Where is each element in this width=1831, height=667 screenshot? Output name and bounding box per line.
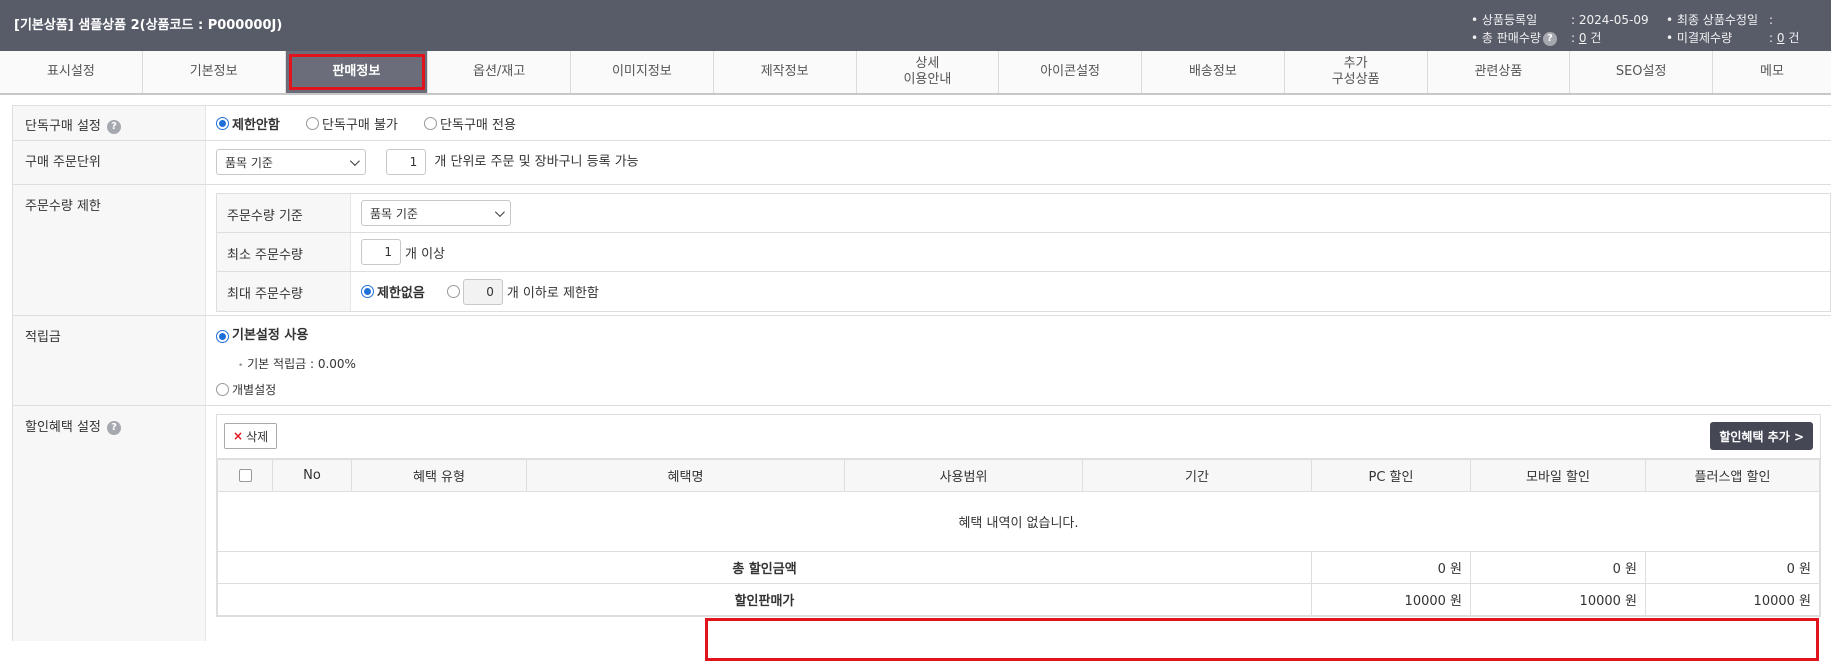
sale-plusapp-value: 10000 원: [1645, 583, 1820, 616]
discount-table-box: × 삭제 할인혜택 추가 > No 혜택 유형 혜택명 사용범위 기간 PC 할인…: [216, 414, 1821, 617]
order-unit-select[interactable]: 품목 기준: [216, 149, 366, 175]
points-label: 적립금: [12, 316, 206, 405]
order-unit-label: 구매 주문단위: [12, 141, 206, 184]
sale-mobile-value: 10000 원: [1470, 583, 1646, 616]
col-period: 기간: [1082, 459, 1312, 492]
tab-basic[interactable]: 기본정보: [143, 51, 286, 93]
single-purchase-label: 단독구매 설정: [25, 119, 101, 134]
meta-col-2: • 최종 상품수정일: • 미결제수량: 0 건: [1666, 13, 1800, 45]
select-all-checkbox[interactable]: [238, 469, 252, 482]
col-scope: 사용범위: [844, 459, 1083, 492]
radio-icon: [216, 329, 229, 343]
total-sales-count[interactable]: 0: [1579, 31, 1587, 45]
total-pc-value: 0 원: [1311, 551, 1471, 584]
discount-table: No 혜택 유형 혜택명 사용범위 기간 PC 할인 모바일 할인 플러스앱 할…: [217, 459, 1820, 616]
col-plusapp-discount: 플러스앱 할인: [1645, 459, 1820, 492]
page-header: [기본상품] 샘플상품 2(상품코드 : P000000J) • 상품등록일: …: [0, 0, 1831, 51]
add-discount-button[interactable]: 할인혜택 추가 >: [1710, 422, 1813, 450]
radio-icon: [216, 383, 229, 396]
order-basis-label: 주문수량 기준: [217, 194, 351, 232]
table-header-row: No 혜택 유형 혜택명 사용범위 기간 PC 할인 모바일 할인 플러스앱 할…: [217, 459, 1820, 492]
close-icon: ×: [233, 429, 244, 443]
chevron-down-icon: [349, 155, 360, 166]
tab-seo[interactable]: SEO설정: [1570, 51, 1713, 93]
radio-icon: [424, 117, 438, 130]
points-option-default[interactable]: 기본설정 사용: [216, 324, 308, 348]
tab-additional-products[interactable]: 추가 구성상품: [1285, 51, 1428, 93]
points-row: 적립금 기본설정 사용 • 기본 적립금 : 0.00% 개별설정: [12, 316, 1831, 406]
tab-related[interactable]: 관련상품: [1428, 51, 1571, 93]
single-purchase-option-unlimited[interactable]: 제한안함: [216, 114, 280, 133]
points-option-custom[interactable]: 개별설정: [216, 378, 276, 402]
order-limit-row: 주문수량 제한 주문수량 기준 품목 기준 최소 주문수량 1개 이상 최대 주…: [12, 185, 1831, 316]
last-modified-value: :: [1769, 13, 1774, 27]
tab-display[interactable]: 표시설정: [0, 51, 143, 93]
order-limit-label: 주문수량 제한: [12, 185, 206, 315]
discount-label: 할인혜택 설정: [25, 420, 101, 435]
col-no: No: [272, 459, 352, 492]
chevron-down-icon: [494, 206, 505, 217]
order-basis-select[interactable]: 품목 기준: [361, 200, 511, 226]
tab-images[interactable]: 이미지정보: [571, 51, 714, 93]
order-unit-qty-input[interactable]: 1: [386, 149, 427, 175]
order-unit-row: 구매 주문단위 품목 기준 1 개 단위로 주문 및 장바구니 등록 가능: [12, 141, 1831, 185]
help-icon[interactable]: ?: [107, 420, 122, 435]
tab-bar: 표시설정 기본정보 판매정보 옵션/재고 이미지정보 제작정보 상세 이용안내 …: [0, 51, 1831, 95]
max-order-label: 최대 주문수량: [217, 272, 351, 311]
col-pc-discount: PC 할인: [1311, 459, 1471, 492]
help-icon[interactable]: ?: [107, 119, 122, 134]
sale-price-row: 할인판매가 10000 원 10000 원 10000 원: [217, 583, 1820, 616]
single-purchase-option-disallow[interactable]: 단독구매 불가: [305, 114, 398, 133]
total-discount-label: 총 할인금액: [217, 551, 1312, 584]
discount-row: 할인혜택 설정 ? × 삭제 할인혜택 추가 > No 혜택 유형 혜택명 사용범…: [12, 406, 1831, 641]
order-limit-table: 주문수량 기준 품목 기준 최소 주문수량 1개 이상 최대 주문수량 제한없음…: [216, 193, 1831, 312]
total-plusapp-value: 0 원: [1645, 551, 1820, 584]
min-order-label: 최소 주문수량: [217, 233, 351, 271]
col-benefit-type: 혜택 유형: [351, 459, 527, 492]
total-sales-label: 총 판매수량: [1481, 31, 1541, 45]
radio-icon: [305, 117, 319, 130]
single-purchase-option-exclusive[interactable]: 단독구매 전용: [424, 114, 516, 133]
radio-icon: [361, 285, 374, 298]
tab-icons[interactable]: 아이콘설정: [999, 51, 1142, 93]
product-title: [기본상품] 샘플상품 2(상품코드 : P000000J): [14, 18, 283, 33]
empty-message: 혜택 내역이 없습니다.: [217, 491, 1820, 552]
tab-production[interactable]: 제작정보: [714, 51, 857, 93]
tab-shipping[interactable]: 배송정보: [1142, 51, 1285, 93]
unpaid-count[interactable]: 0: [1777, 31, 1785, 45]
radio-icon: [216, 117, 229, 130]
last-modified-label: 최종 상품수정일: [1676, 13, 1759, 27]
registered-date-label: 상품등록일: [1481, 13, 1538, 27]
tab-sales[interactable]: 판매정보: [285, 51, 429, 93]
delete-button[interactable]: × 삭제: [224, 423, 278, 449]
min-order-suffix: 개 이상: [405, 246, 446, 262]
total-mobile-value: 0 원: [1470, 551, 1646, 584]
tab-options[interactable]: 옵션/재고: [428, 51, 571, 93]
registered-date-value: : 2024-05-09: [1571, 13, 1649, 27]
max-order-input[interactable]: 0: [462, 278, 503, 305]
col-mobile-discount: 모바일 할인: [1470, 459, 1646, 492]
help-icon[interactable]: ?: [1542, 31, 1557, 46]
tab-memo[interactable]: 메모: [1713, 51, 1831, 93]
order-unit-suffix: 개 단위로 주문 및 장바구니 등록 가능: [434, 154, 639, 170]
max-order-option-unlimited[interactable]: 제한없음: [361, 282, 425, 301]
col-benefit-name: 혜택명: [526, 459, 845, 492]
default-points-rate: 기본 적립금 : 0.00%: [247, 356, 356, 371]
unpaid-count-label: 미결제수량: [1676, 31, 1733, 45]
min-order-input[interactable]: 1: [361, 239, 401, 265]
sales-form: 단독구매 설정 ? 제한안함 단독구매 불가 단독구매 전용 구매 주문단위 품…: [12, 105, 1831, 641]
sale-price-label: 할인판매가: [217, 583, 1312, 616]
max-order-option-limit[interactable]: [446, 285, 460, 298]
single-purchase-row: 단독구매 설정 ? 제한안함 단독구매 불가 단독구매 전용: [12, 106, 1831, 141]
max-order-suffix: 개 이하로 제한함: [506, 286, 599, 301]
tab-detail-guide[interactable]: 상세 이용안내: [857, 51, 1000, 93]
sale-pc-value: 10000 원: [1311, 583, 1471, 616]
sale-price-highlight: [705, 618, 1819, 661]
total-discount-row: 총 할인금액 0 원 0 원 0 원: [217, 551, 1820, 584]
meta-col-1: • 상품등록일: 2024-05-09 • 총 판매수량?: 0 건: [1471, 13, 1649, 46]
